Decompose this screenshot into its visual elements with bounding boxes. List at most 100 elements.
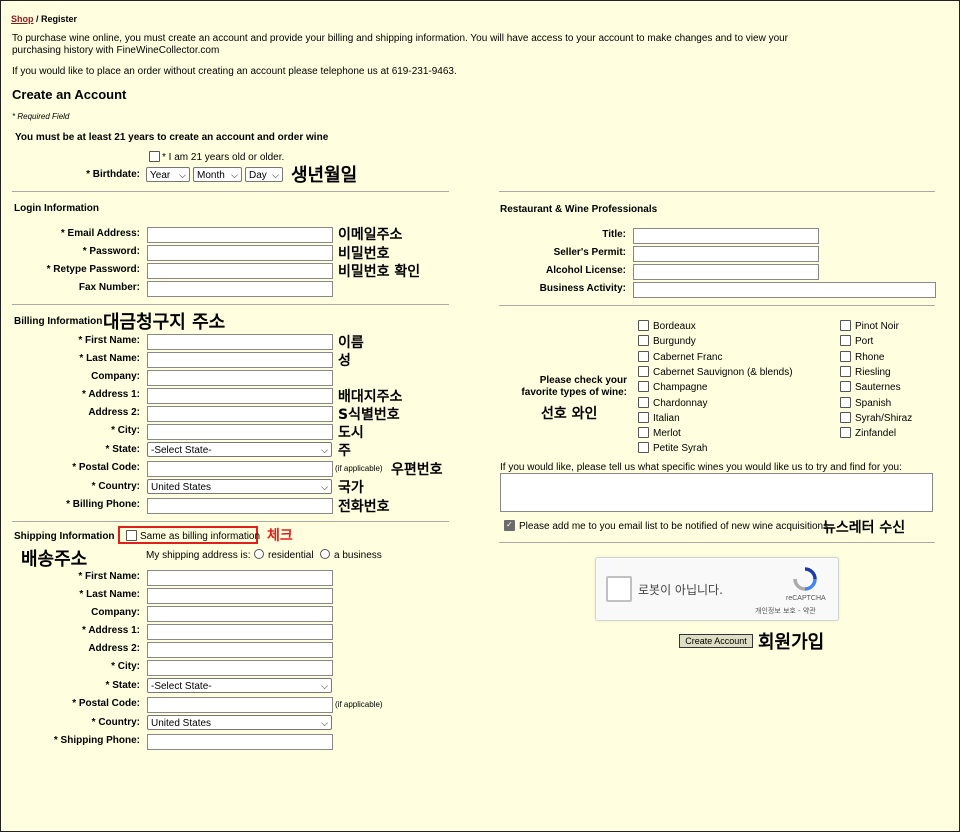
recaptcha-label: 로봇이 아닙니다.: [638, 583, 723, 597]
fax-input[interactable]: [147, 281, 333, 297]
billing-city-input[interactable]: [147, 424, 333, 440]
wine-option-checkbox[interactable]: [638, 350, 649, 362]
shipping-city-input[interactable]: [147, 660, 333, 676]
wine-option-label: Bordeaux: [653, 321, 696, 332]
chevron-down-icon: ⌵: [321, 718, 328, 728]
annotation-city: 도시: [338, 425, 364, 441]
password-input[interactable]: [147, 245, 333, 261]
shipping-company-label: Company:: [91, 607, 140, 618]
residential-label: residential: [268, 550, 314, 561]
wine-option-checkbox[interactable]: [840, 396, 851, 408]
shipping-postal-note: (if applicable): [335, 700, 383, 709]
billing-addr1-input[interactable]: [147, 388, 333, 404]
shipping-postal-label: * Postal Code:: [72, 698, 140, 709]
annotation-first: 이름: [338, 335, 364, 351]
intro-text: To purchase wine online, you must create…: [12, 33, 789, 56]
age-checkbox[interactable]: [149, 151, 160, 162]
wine-option-checkbox[interactable]: [638, 396, 649, 408]
shipping-country-value: United States: [151, 718, 212, 729]
annotation-last: 성: [338, 353, 351, 369]
shipping-postal-input[interactable]: [147, 697, 333, 713]
wine-option-checkbox[interactable]: [638, 320, 649, 331]
shipping-state-select[interactable]: -Select State- ⌵: [147, 678, 332, 693]
wine-option-checkbox[interactable]: [840, 320, 851, 331]
billing-postal-input[interactable]: [147, 461, 333, 477]
wine-option-checkbox[interactable]: [840, 350, 851, 362]
residential-radio[interactable]: [254, 549, 264, 559]
birth-year-select[interactable]: Year ⌵: [146, 167, 190, 182]
wine-option-label: Burgundy: [653, 336, 696, 348]
wine-option-label: Zinfandel: [855, 428, 897, 440]
shipping-addr2-label: Address 2:: [88, 643, 140, 654]
business-radio[interactable]: [320, 549, 330, 559]
shipping-last-input[interactable]: [147, 588, 333, 604]
birthdate-label: * Birthdate:: [86, 169, 140, 180]
shipping-first-input[interactable]: [147, 570, 333, 586]
billing-country-select[interactable]: United States ⌵: [147, 479, 332, 494]
wine-option-checkbox[interactable]: [638, 381, 649, 393]
shipping-phone-label: * Shipping Phone:: [53, 735, 140, 746]
password-label: * Password:: [82, 246, 140, 257]
wine-option-label: Cabernet Sauvignon (& blends): [653, 366, 793, 378]
billing-first-input[interactable]: [147, 334, 333, 350]
billing-last-label: * Last Name:: [79, 353, 140, 364]
wine-option-checkbox[interactable]: [840, 335, 851, 347]
divider: [499, 191, 935, 192]
billing-state-label: * State:: [105, 444, 140, 455]
recaptcha-checkbox[interactable]: [606, 576, 632, 602]
shipping-country-select[interactable]: United States ⌵: [147, 715, 332, 730]
shipping-addr1-input[interactable]: [147, 624, 333, 640]
shipping-company-input[interactable]: [147, 606, 333, 622]
pro-title-input[interactable]: [633, 228, 819, 244]
newsletter-checkbox[interactable]: [504, 520, 515, 531]
annotation-addr1: 배대지주소: [338, 389, 403, 405]
wine-option-checkbox[interactable]: [638, 411, 649, 423]
wine-option-checkbox[interactable]: [638, 427, 649, 439]
birth-month-select[interactable]: Month ⌵: [193, 167, 242, 182]
wine-option-checkbox[interactable]: [638, 335, 649, 347]
age-heading: You must be at least 21 years to create …: [15, 132, 329, 143]
business-activity-label: Business Activity:: [539, 283, 626, 294]
wine-option-label: Spanish: [855, 397, 892, 409]
alcohol-license-input[interactable]: [633, 264, 819, 280]
billing-last-input[interactable]: [147, 352, 333, 368]
email-input[interactable]: [147, 227, 333, 243]
wine-option-checkbox[interactable]: [840, 427, 851, 439]
business-label: a business: [334, 550, 382, 561]
same-as-billing-box[interactable]: Same as billing information: [118, 526, 260, 544]
shipping-addr2-input[interactable]: [147, 642, 333, 658]
business-activity-input[interactable]: [633, 282, 936, 298]
wine-option-checkbox[interactable]: [840, 411, 851, 423]
billing-state-select[interactable]: -Select State- ⌵: [147, 442, 332, 457]
birth-day-select[interactable]: Day ⌵: [245, 167, 283, 182]
billing-company-input[interactable]: [147, 370, 333, 386]
wine-option-label: Port: [855, 336, 874, 348]
retype-password-label: * Retype Password:: [46, 264, 140, 275]
specific-wines-textarea[interactable]: [500, 473, 933, 512]
required-note: * Required Field: [12, 112, 70, 121]
shipping-phone-input[interactable]: [147, 734, 333, 750]
login-section-title: Login Information: [14, 203, 99, 214]
same-as-billing-checkbox[interactable]: [126, 530, 137, 541]
billing-addr2-input[interactable]: [147, 406, 333, 422]
create-account-button[interactable]: Create Account: [679, 634, 753, 648]
birth-month-value: Month: [197, 170, 225, 181]
recaptcha-brand: reCAPTCHA: [786, 595, 826, 602]
wine-option-checkbox[interactable]: [840, 381, 851, 393]
annotation-newsletter: 뉴스레터 수신: [823, 520, 906, 536]
chevron-down-icon: ⌵: [321, 445, 328, 455]
breadcrumb-shop-link[interactable]: Shop: [11, 14, 34, 24]
retype-password-input[interactable]: [147, 263, 333, 279]
annotation-billing: 대금청구지 주소: [103, 312, 226, 333]
sellers-permit-input[interactable]: [633, 246, 819, 262]
billing-country-value: United States: [151, 482, 212, 493]
wine-option-checkbox[interactable]: [638, 442, 649, 454]
annotation-wine: 선호 와인: [541, 406, 598, 422]
shipping-country-label: * Country:: [91, 717, 140, 728]
recaptcha-links[interactable]: 개인정보 보호 - 약관: [755, 606, 816, 616]
billing-phone-input[interactable]: [147, 498, 333, 514]
chevron-down-icon: ⌵: [179, 170, 186, 180]
wine-option-checkbox[interactable]: [638, 365, 649, 377]
birth-day-value: Day: [249, 170, 267, 181]
wine-option-checkbox[interactable]: [840, 365, 851, 377]
